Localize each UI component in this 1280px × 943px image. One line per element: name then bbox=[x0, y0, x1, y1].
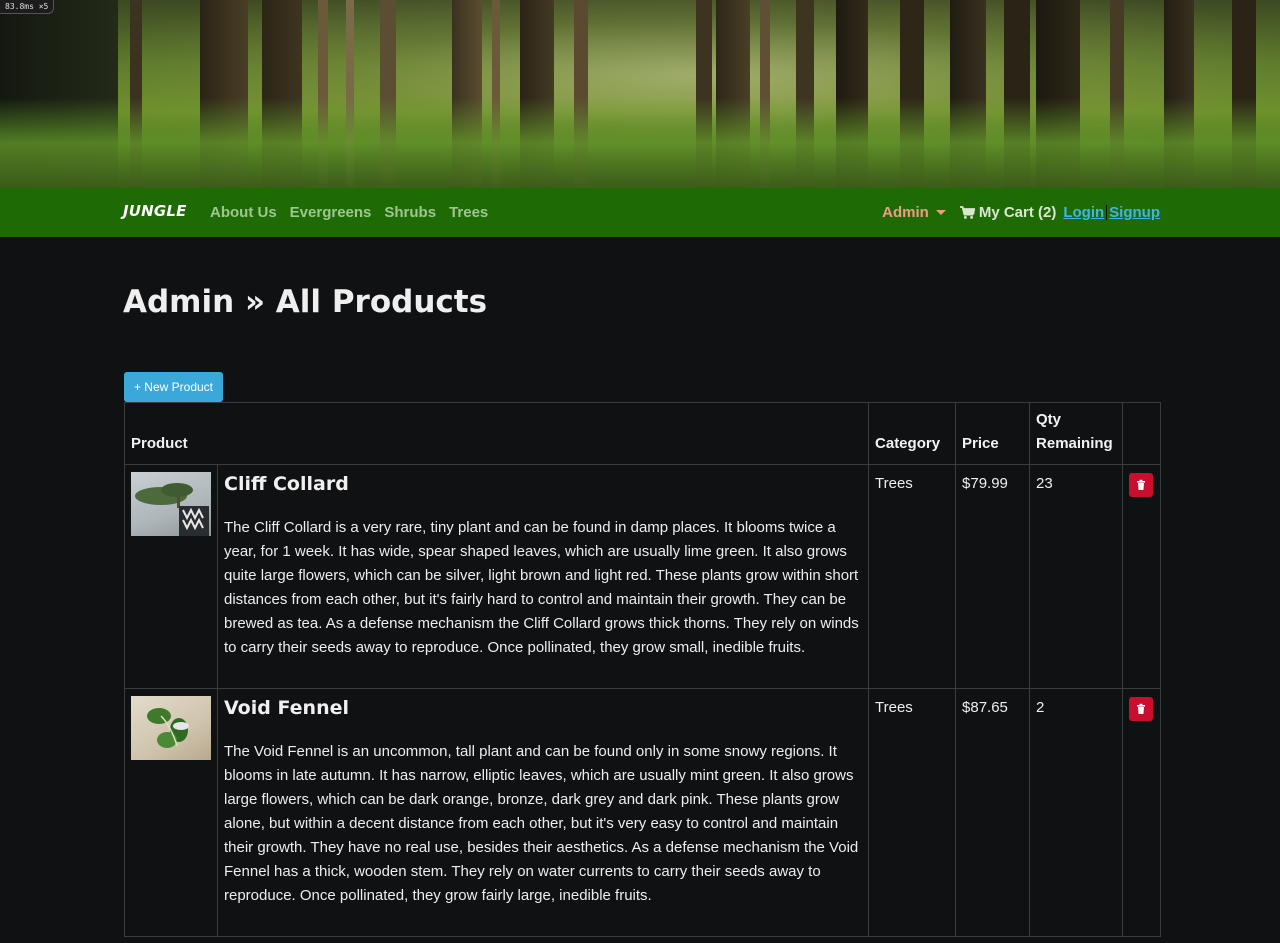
delete-product-button[interactable] bbox=[1129, 697, 1154, 721]
product-image-cell bbox=[124, 464, 218, 689]
nav-link-evergreens[interactable]: Evergreens bbox=[290, 204, 372, 221]
trash-icon bbox=[1137, 479, 1146, 490]
product-info-cell: Void Fennel The Void Fennel is an uncomm… bbox=[216, 688, 870, 937]
product-info-cell: Cliff Collard The Cliff Collard is a ver… bbox=[216, 464, 870, 689]
product-thumbnail bbox=[131, 472, 211, 536]
nav-link-shrubs[interactable]: Shrubs bbox=[384, 204, 436, 221]
cart-label: My Cart (2) bbox=[978, 204, 1057, 221]
nav-link-trees[interactable]: Trees bbox=[449, 204, 488, 221]
caret-down-icon bbox=[935, 210, 946, 215]
admin-dropdown[interactable]: Admin bbox=[882, 204, 946, 221]
cart-link[interactable]: My Cart (2) bbox=[959, 204, 1057, 221]
new-product-button[interactable]: + New Product bbox=[124, 372, 223, 402]
column-header-qty-remaining: Qty Remaining bbox=[1029, 402, 1124, 465]
column-header-category: Category bbox=[868, 402, 957, 465]
product-actions-cell bbox=[1122, 464, 1162, 689]
top-navbar: JUNGLE About Us Evergreens Shrubs Trees … bbox=[0, 188, 1280, 237]
product-name: Cliff Collard bbox=[224, 473, 349, 495]
auth-divider bbox=[1106, 205, 1108, 220]
nav-right: Admin My Cart (2) Login Signup bbox=[882, 204, 1160, 221]
product-name: Void Fennel bbox=[224, 697, 349, 719]
signup-link[interactable]: Signup bbox=[1109, 204, 1160, 221]
hero-forest-banner bbox=[0, 0, 1280, 188]
admin-dropdown-label: Admin bbox=[882, 204, 929, 221]
product-price: $79.99 bbox=[955, 464, 1031, 689]
product-category: Trees bbox=[868, 464, 957, 689]
shopping-cart-icon bbox=[959, 206, 975, 219]
perf-overlay-badge: 83.8ms ×5 bbox=[0, 0, 55, 14]
product-description: The Cliff Collard is a very rare, tiny p… bbox=[224, 519, 859, 656]
delete-product-button[interactable] bbox=[1129, 473, 1154, 497]
column-header-price: Price bbox=[955, 402, 1031, 465]
nav-links: About Us Evergreens Shrubs Trees bbox=[210, 204, 488, 221]
product-category: Trees bbox=[868, 688, 957, 937]
product-image-cell bbox=[124, 688, 218, 937]
product-price: $87.65 bbox=[955, 688, 1031, 937]
login-link[interactable]: Login bbox=[1063, 204, 1104, 221]
brand-logo[interactable]: JUNGLE bbox=[123, 202, 187, 220]
trash-icon bbox=[1137, 703, 1146, 714]
table-row: Void Fennel The Void Fennel is an uncomm… bbox=[124, 688, 1162, 937]
product-qty-remaining: 23 bbox=[1029, 464, 1124, 689]
nav-link-about-us[interactable]: About Us bbox=[210, 204, 277, 221]
product-actions-cell bbox=[1122, 688, 1162, 937]
table-header-row: Product Category Price Qty Remaining bbox=[123, 402, 1162, 465]
products-table: Product Category Price Qty Remaining Cli… bbox=[123, 402, 1162, 937]
product-description: The Void Fennel is an uncommon, tall pla… bbox=[224, 743, 859, 904]
page-title: Admin » All Products bbox=[123, 284, 488, 320]
column-header-product: Product bbox=[123, 402, 870, 465]
product-thumbnail bbox=[131, 696, 211, 760]
column-header-actions bbox=[1122, 402, 1162, 465]
table-row: Cliff Collard The Cliff Collard is a ver… bbox=[124, 464, 1162, 689]
product-qty-remaining: 2 bbox=[1029, 688, 1124, 937]
